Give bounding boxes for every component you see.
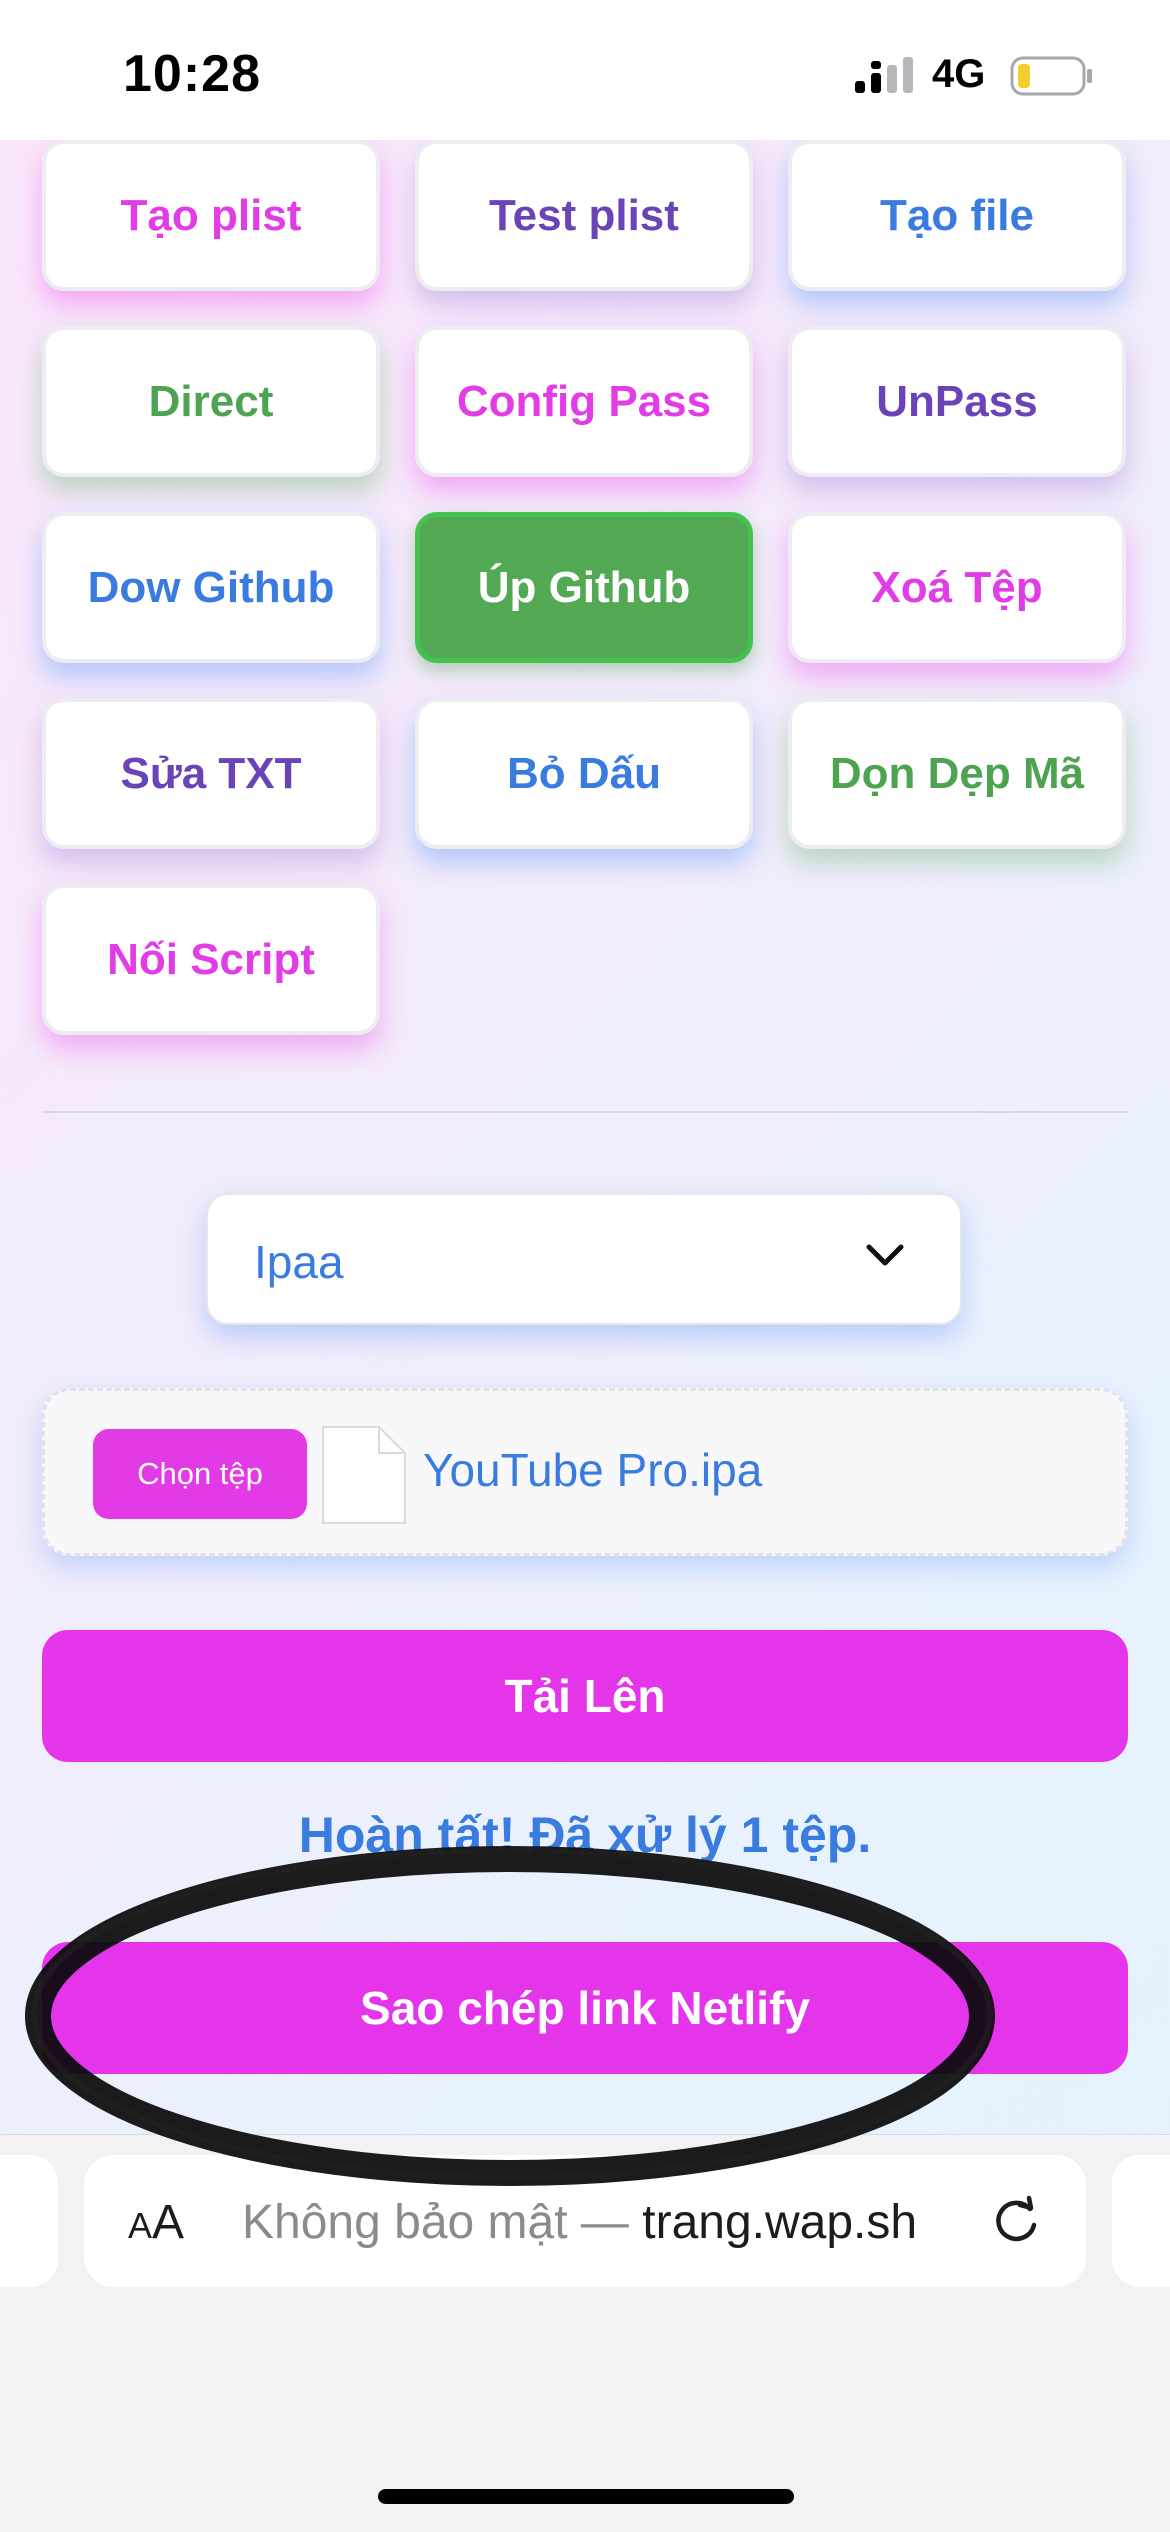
url-security-label: Không bảo mật — bbox=[242, 2196, 643, 2249]
tool-button-config-pass[interactable]: Config Pass bbox=[415, 326, 753, 477]
section-divider bbox=[42, 1111, 1128, 1113]
chevron-down-icon bbox=[866, 1244, 904, 1266]
tool-button-bo-dau[interactable]: Bỏ Dấu bbox=[415, 698, 753, 849]
tool-button-test-plist[interactable]: Test plist bbox=[415, 140, 753, 291]
copy-netlify-link-button[interactable]: Sao chép link Netlify bbox=[42, 1942, 1128, 2074]
tool-button-sua-txt[interactable]: Sửa TXT bbox=[42, 698, 380, 849]
reload-icon[interactable] bbox=[990, 2195, 1042, 2247]
tool-button-unpass[interactable]: UnPass bbox=[788, 326, 1126, 477]
tool-button-dow-github[interactable]: Dow Github bbox=[42, 512, 380, 663]
browser-toolbar: AA Không bảo mật — trang.wap.sh bbox=[0, 2134, 1170, 2532]
battery-icon bbox=[1010, 56, 1092, 96]
tool-button-direct[interactable]: Direct bbox=[42, 326, 380, 477]
network-type: 4G bbox=[932, 52, 986, 96]
cellular-signal-icon bbox=[855, 57, 913, 93]
tool-button-tao-file[interactable]: Tạo file bbox=[788, 140, 1126, 291]
selected-file-name: YouTube Pro.ipa bbox=[423, 1444, 763, 1496]
upload-button[interactable]: Tải Lên bbox=[42, 1630, 1128, 1762]
choose-file-button[interactable]: Chọn tệp bbox=[93, 1429, 307, 1519]
home-indicator[interactable] bbox=[378, 2489, 794, 2504]
status-message: Hoàn tất! Đã xử lý 1 tệp. bbox=[298, 1807, 872, 1863]
file-drop-zone[interactable]: Chọn tệp YouTube Pro.ipa bbox=[42, 1388, 1128, 1556]
tool-button-up-github[interactable]: Úp Github bbox=[415, 512, 753, 663]
tool-button-don-dep-ma[interactable]: Dọn Dẹp Mã bbox=[788, 698, 1126, 849]
tool-button-xoa-tep[interactable]: Xoá Tệp bbox=[788, 512, 1126, 663]
next-tab-peek[interactable] bbox=[1112, 2155, 1170, 2287]
url-text: Không bảo mật — trang.wap.sh bbox=[242, 2195, 917, 2250]
reader-big-a: A bbox=[152, 2196, 185, 2249]
url-domain: trang.wap.sh bbox=[642, 2196, 918, 2249]
type-select[interactable]: Ipaa bbox=[206, 1193, 962, 1325]
file-icon bbox=[322, 1426, 406, 1524]
reader-options-button[interactable]: AA bbox=[128, 2195, 184, 2250]
status-time: 10:28 bbox=[123, 45, 261, 103]
tool-button-tao-plist[interactable]: Tạo plist bbox=[42, 140, 380, 291]
select-value: Ipaa bbox=[254, 1236, 344, 1288]
address-bar[interactable]: AA Không bảo mật — trang.wap.sh bbox=[84, 2155, 1086, 2287]
status-bar: 10:28 4G bbox=[0, 0, 1170, 140]
previous-tab-peek[interactable] bbox=[0, 2155, 58, 2287]
reader-small-a: A bbox=[128, 2205, 153, 2246]
tool-button-noi-script[interactable]: Nối Script bbox=[42, 884, 380, 1035]
tool-grid: Tạo plist Test plist Tạo file Direct Config … bbox=[42, 140, 1128, 1035]
